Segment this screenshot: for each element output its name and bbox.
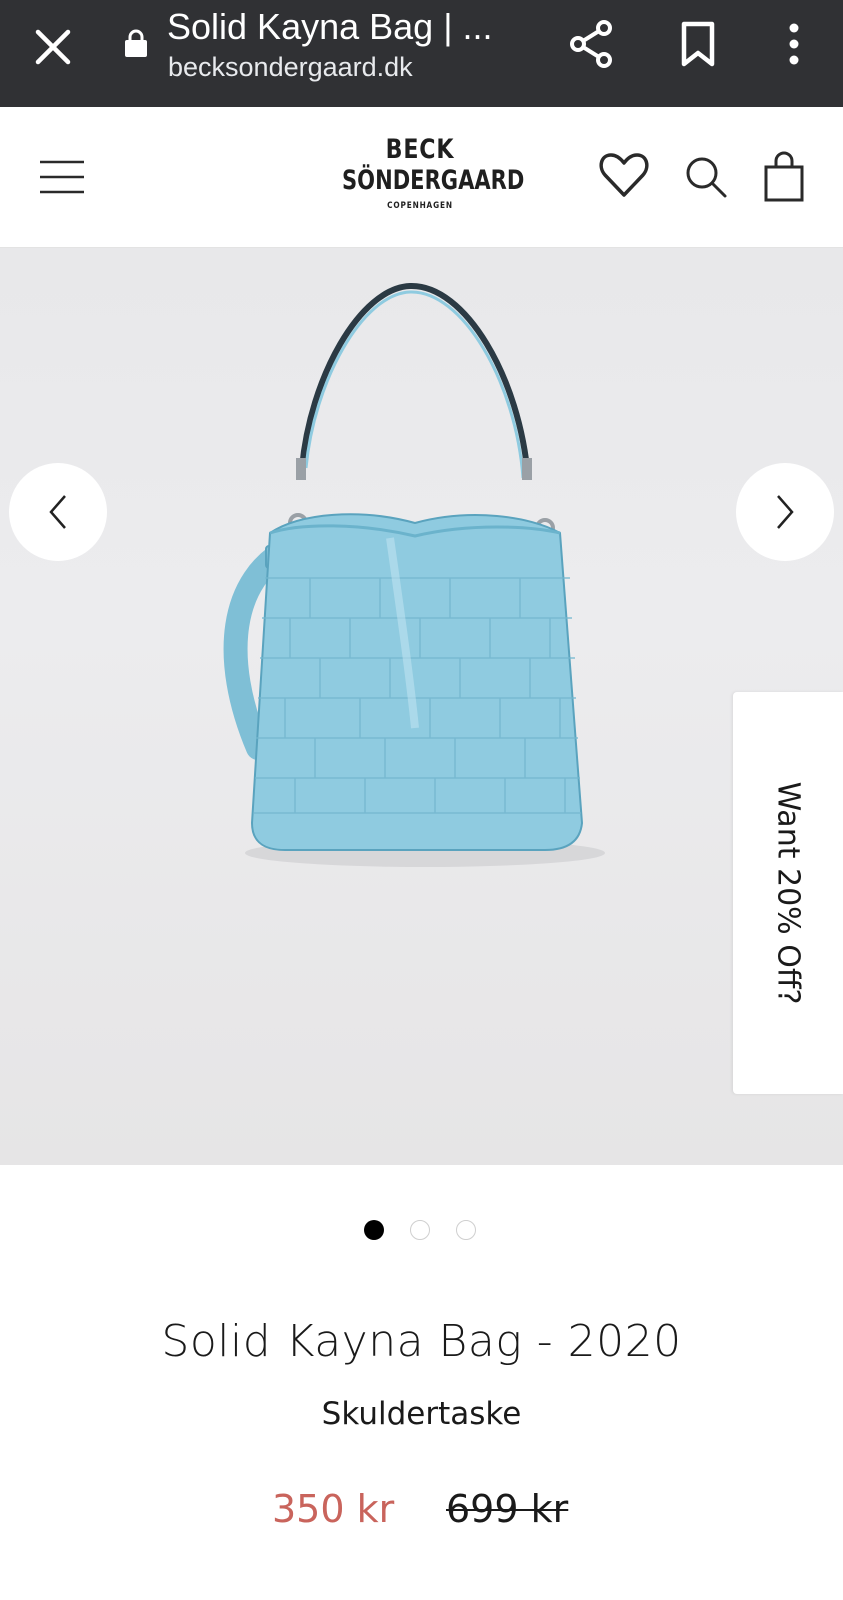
product-image-gallery[interactable] [0,248,843,1165]
product-title: Solid Kayna Bag - 2020 [161,1316,682,1367]
brand-logo[interactable]: BECK SÖNDERGAARD COPENHAGEN [320,134,525,215]
lock-icon [124,28,148,58]
more-vert-icon[interactable] [772,18,816,70]
share-icon[interactable] [566,18,618,70]
logo-line-copenhagen: COPENHAGEN [387,201,453,211]
carousel-dot-1[interactable] [364,1220,384,1240]
sale-price: 350 kr [272,1487,395,1531]
logo-line-sondergaard: SÖNDERGAARD [342,165,525,196]
site-header: BECK SÖNDERGAARD COPENHAGEN [0,107,843,248]
carousel-dot-2[interactable] [410,1220,430,1240]
bookmark-icon[interactable] [672,18,724,70]
chevron-left-icon [49,495,66,529]
chevron-right-icon [777,495,794,529]
carousel-dot-3[interactable] [456,1220,476,1240]
promo-label: Want 20% Off? [770,781,806,1005]
url-text[interactable]: becksondergaard.dk [168,52,413,83]
search-icon[interactable] [684,155,728,199]
blue-croc-bag-image [223,282,605,867]
carousel-dots [364,1220,484,1242]
tab-title[interactable]: Solid Kayna Bag | ... [167,6,527,48]
hamburger-icon[interactable] [38,157,86,197]
previous-image-button[interactable] [9,463,107,561]
next-image-button[interactable] [736,463,834,561]
original-price: 699 kr [446,1487,569,1531]
close-icon[interactable] [28,22,78,72]
discount-promo-tab[interactable]: Want 20% Off? [733,692,843,1094]
browser-toolbar: Solid Kayna Bag | ... becksondergaard.dk [0,0,843,107]
logo-line-beck: BECK [385,134,455,165]
heart-icon[interactable] [598,151,650,199]
shopping-bag-icon[interactable] [762,151,806,203]
product-subtitle: Skuldertaske [321,1396,522,1432]
